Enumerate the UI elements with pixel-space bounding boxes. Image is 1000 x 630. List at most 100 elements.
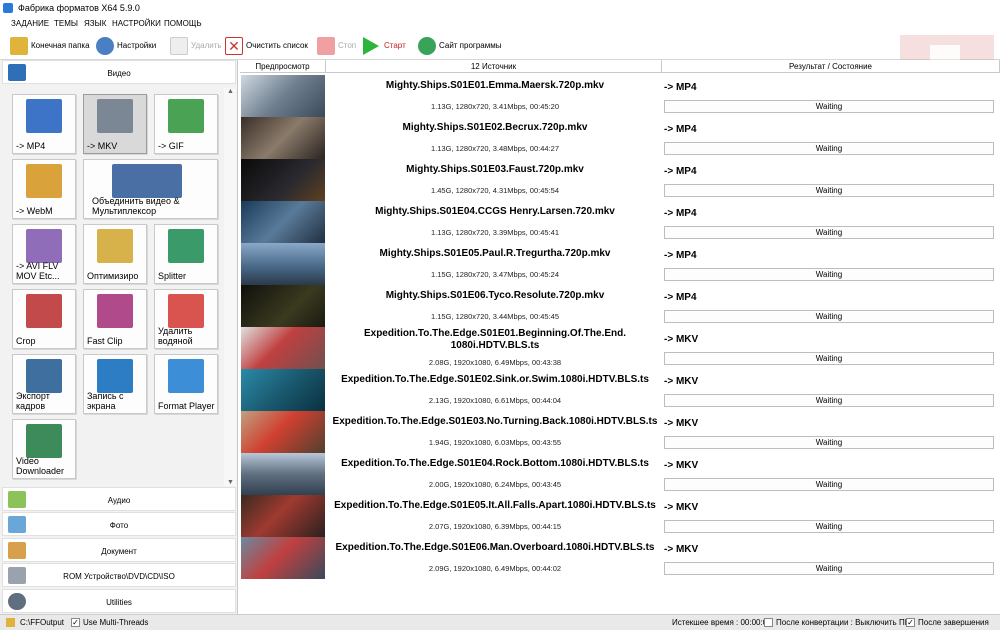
file-info: 1.15G, 1280x720, 3.44Mbps, 00:45:45 <box>430 312 559 321</box>
tile-merge-video[interactable]: Объединить видео & Мультиплексор <box>83 159 218 219</box>
tile-to-avi-flv-mov[interactable]: -> AVI FLV MOV Etc... <box>12 224 76 284</box>
tile-format-player[interactable]: Format Player <box>154 354 218 414</box>
column-header-result[interactable]: Результат / Состояние <box>662 60 1000 73</box>
file-info: 2.07G, 1920x1080, 6.39Mbps, 00:44:15 <box>428 522 562 531</box>
table-row[interactable]: Mighty.Ships.S01E02.Becrux.720p.mkv 1.13… <box>240 116 1000 159</box>
file-info: 2.09G, 1920x1080, 6.49Mbps, 00:44:02 <box>428 564 562 573</box>
video-thumbnail <box>241 495 325 537</box>
video-thumbnail <box>241 285 325 327</box>
video-thumbnail <box>241 411 325 453</box>
table-row[interactable]: Expedition.To.The.Edge.S01E05.It.All.Fal… <box>240 494 1000 537</box>
after-done-checkbox[interactable]: ✓ <box>906 618 915 627</box>
output-folder-button[interactable]: Конечная папка <box>10 35 90 56</box>
file-info: 1.94G, 1920x1080, 6.03Mbps, 00:43:55 <box>428 438 562 447</box>
status-field: Waiting <box>664 352 994 365</box>
output-format: -> MP4 <box>664 82 697 93</box>
column-header-source[interactable]: 12 Источник <box>326 60 662 73</box>
output-path[interactable]: C:\FFOutput <box>20 618 64 627</box>
tile-to-mp4[interactable]: -> MP4 <box>12 94 76 154</box>
table-row[interactable]: Expedition.To.The.Edge.S01E01.Beginning.… <box>240 326 1000 369</box>
table-row[interactable]: Mighty.Ships.S01E06.Tyco.Resolute.720p.m… <box>240 284 1000 327</box>
multithreads-checkbox[interactable]: ✓ <box>71 618 80 627</box>
menu-settings[interactable]: НАСТРОЙКИ <box>112 19 161 28</box>
tile-export-frames[interactable]: Экспорт кадров <box>12 354 76 414</box>
sidebar-scrollbar[interactable]: ▲ ▼ <box>224 88 236 486</box>
tile-to-mkv[interactable]: -> MKV <box>83 94 147 154</box>
tile-to-webm[interactable]: -> WebM <box>12 159 76 219</box>
delete-icon <box>170 36 188 55</box>
format-player-icon <box>168 359 204 393</box>
crop-icon <box>26 294 62 328</box>
settings-button[interactable]: Настройки <box>96 35 156 56</box>
gif-file-icon <box>168 99 204 133</box>
tile-optimize[interactable]: Оптимизиро <box>83 224 147 284</box>
category-utilities[interactable]: Utilities <box>2 589 236 613</box>
menu-language[interactable]: ЯЗЫК <box>84 19 106 28</box>
scroll-up-arrow-icon[interactable]: ▲ <box>227 88 234 95</box>
output-format: -> MP4 <box>664 250 697 261</box>
output-format: -> MP4 <box>664 166 697 177</box>
video-thumbnail <box>241 369 325 411</box>
globe-icon <box>418 36 436 55</box>
table-row[interactable]: Expedition.To.The.Edge.S01E02.Sink.or.Sw… <box>240 368 1000 411</box>
video-thumbnail <box>241 537 325 579</box>
table-row[interactable]: Mighty.Ships.S01E04.CCGS Henry.Larsen.72… <box>240 200 1000 243</box>
website-button[interactable]: Сайт программы <box>418 35 501 56</box>
stop-button[interactable]: Стоп <box>317 35 356 56</box>
table-row[interactable]: Expedition.To.The.Edge.S01E06.Man.Overbo… <box>240 536 1000 579</box>
menu-themes[interactable]: ТЕМЫ <box>54 19 78 28</box>
menu-task[interactable]: ЗАДАНИЕ <box>11 19 49 28</box>
video-thumbnail <box>241 159 325 201</box>
file-name: Mighty.Ships.S01E01.Emma.Maersk.720p.mkv <box>385 80 605 91</box>
delete-button[interactable]: Удалить <box>170 35 222 56</box>
menu-bar: ЗАДАНИЕ ТЕМЫ ЯЗЫК НАСТРОЙКИ ПОМОЩЬ <box>0 16 1000 31</box>
tile-crop[interactable]: Crop <box>12 289 76 349</box>
tile-screen-record[interactable]: Запись с экрана <box>83 354 147 414</box>
category-video[interactable]: Видео <box>2 60 236 84</box>
file-name: Expedition.To.The.Edge.S01E05.It.All.Fal… <box>334 500 656 511</box>
category-document[interactable]: Документ <box>2 538 236 562</box>
table-row[interactable]: Mighty.Ships.S01E03.Faust.720p.mkv 1.45G… <box>240 158 1000 201</box>
video-thumbnail <box>241 201 325 243</box>
status-field: Waiting <box>664 142 994 155</box>
optimize-icon <box>97 229 133 263</box>
file-name: Expedition.To.The.Edge.S01E03.No.Turning… <box>332 416 658 427</box>
after-convert-label: После конвертации : Выключить ПК <box>776 618 910 627</box>
folder-icon <box>10 36 28 55</box>
table-row[interactable]: Mighty.Ships.S01E05.Paul.R.Tregurtha.720… <box>240 242 1000 285</box>
window-title: Фабрика форматов X64 5.9.0 <box>18 3 140 13</box>
app-icon <box>3 3 13 13</box>
merge-video-icon <box>112 164 182 198</box>
output-folder-icon[interactable] <box>6 618 15 627</box>
file-name: Mighty.Ships.S01E04.CCGS Henry.Larsen.72… <box>375 206 615 217</box>
scroll-down-arrow-icon[interactable]: ▼ <box>227 479 234 486</box>
remove-watermark-icon <box>168 294 204 328</box>
after-done-label: После завершения <box>918 618 989 627</box>
menu-help[interactable]: ПОМОЩЬ <box>164 19 202 28</box>
file-name: Expedition.To.The.Edge.S01E06.Man.Overbo… <box>335 542 655 553</box>
status-bar: C:\FFOutput ✓ Use Multi-Threads Истекшее… <box>0 614 1000 630</box>
tile-fast-clip[interactable]: Fast Clip <box>83 289 147 349</box>
column-header-preview[interactable]: Предпросмотр <box>240 60 326 73</box>
table-row[interactable]: Expedition.To.The.Edge.S01E03.No.Turning… <box>240 410 1000 453</box>
start-button[interactable]: Старт <box>363 35 406 56</box>
tile-remove-watermark[interactable]: Удалить водяной <box>154 289 218 349</box>
clear-list-button[interactable]: ✕ Очистить список <box>225 35 308 56</box>
category-photo[interactable]: Фото <box>2 512 236 536</box>
tile-splitter[interactable]: Splitter <box>154 224 218 284</box>
avi-flv-mov-icon <box>26 229 62 263</box>
file-name: Expedition.To.The.Edge.S01E01.Beginning.… <box>363 328 627 351</box>
output-format: -> MP4 <box>664 292 697 303</box>
table-row[interactable]: Expedition.To.The.Edge.S01E04.Rock.Botto… <box>240 452 1000 495</box>
category-audio[interactable]: Аудио <box>2 487 236 511</box>
tile-to-gif[interactable]: -> GIF <box>154 94 218 154</box>
mp4-file-icon <box>26 99 62 133</box>
file-info: 1.13G, 1280x720, 3.41Mbps, 00:45:20 <box>430 102 559 111</box>
category-rom-device[interactable]: ROM Устройство\DVD\CD\ISO <box>2 563 236 587</box>
after-convert-checkbox[interactable] <box>764 618 773 627</box>
status-field: Waiting <box>664 310 994 323</box>
tile-video-downloader[interactable]: Video Downloader <box>12 419 76 479</box>
table-row[interactable]: Mighty.Ships.S01E01.Emma.Maersk.720p.mkv… <box>240 74 1000 117</box>
video-thumbnail <box>241 243 325 285</box>
file-name: Expedition.To.The.Edge.S01E02.Sink.or.Sw… <box>341 374 649 385</box>
